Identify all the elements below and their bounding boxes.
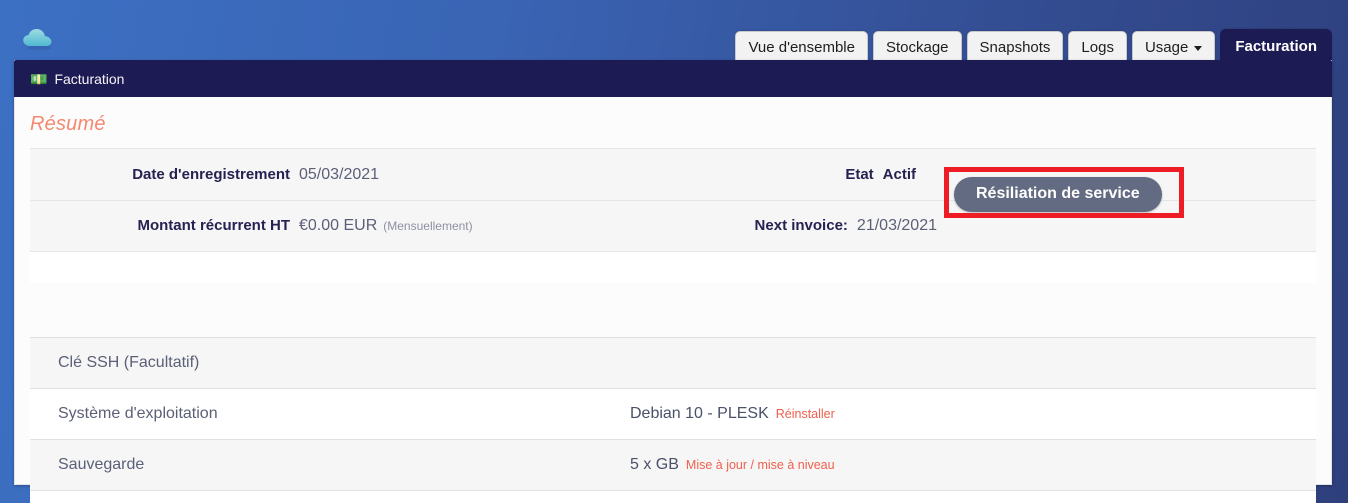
spec-row-backup: Sauvegarde 5 x GB Mise à jour / mise à n… xyxy=(30,439,1316,490)
reinstall-link[interactable]: Réinstaller xyxy=(776,407,835,421)
spec-row-operating-system: Système d'exploitation Debian 10 - PLESK… xyxy=(30,388,1316,439)
backup-value: 5 x GB xyxy=(630,456,679,473)
state-value: Actif xyxy=(882,166,916,183)
tab-label: Vue d'ensemble xyxy=(748,39,855,56)
recurring-amount-field: Montant récurrent HT €0.00 EUR (Mensuell… xyxy=(30,217,673,235)
panel-body: Résumé Date d'enregistrement 05/03/2021 … xyxy=(14,97,1332,503)
backup-upgrade-link[interactable]: Mise à jour / mise à niveau xyxy=(686,458,835,472)
tab-label: Stockage xyxy=(885,39,949,56)
operating-system-value: Debian 10 - PLESK xyxy=(630,405,769,422)
chevron-down-icon xyxy=(1194,45,1203,51)
registration-field: Date d'enregistrement 05/03/2021 xyxy=(30,166,673,184)
summary-heading: Résumé xyxy=(30,113,106,135)
panel-header: 💵 Facturation xyxy=(14,60,1332,97)
money-banknote-icon: 💵 xyxy=(30,70,48,87)
tab-label: Facturation xyxy=(1235,38,1317,55)
billing-panel: 💵 Facturation Résumé Date d'enregistreme… xyxy=(14,60,1332,503)
tab-label: Snapshots xyxy=(979,39,1051,56)
registration-date-label: Date d'enregistrement xyxy=(132,165,290,183)
next-invoice-label: Next invoice: xyxy=(754,217,848,234)
recurring-amount-period: (Mensuellement) xyxy=(383,219,473,233)
registration-date-value: 05/03/2021 xyxy=(299,165,380,183)
tab-strip[interactable]: Vue d'ensemble Stockage Snapshots Logs U… xyxy=(735,29,1332,64)
spec-row-ssh-key: Clé SSH (Facultatif) xyxy=(30,337,1316,388)
recurring-amount-value: €0.00 EUR xyxy=(299,217,378,234)
backup-label: Sauvegarde xyxy=(58,456,145,473)
recurring-amount-label: Montant récurrent HT xyxy=(137,217,290,234)
top-bar: Vue d'ensemble Stockage Snapshots Logs U… xyxy=(0,0,1348,64)
tab-label: Logs xyxy=(1081,39,1114,56)
tab-label: Usage xyxy=(1144,39,1189,56)
cloud-icon xyxy=(22,28,56,51)
next-invoice-value: 21/03/2021 xyxy=(856,217,937,234)
panel-title: Facturation xyxy=(54,70,125,87)
terminate-service-button[interactable]: Résiliation de service xyxy=(954,177,1162,212)
state-label: Etat xyxy=(845,166,874,183)
ssh-key-label: Clé SSH (Facultatif) xyxy=(58,354,200,371)
tab-facturation[interactable]: Facturation xyxy=(1220,29,1332,64)
summary-spacer-row xyxy=(30,251,1316,283)
spec-row-footer xyxy=(30,490,1316,503)
operating-system-label: Système d'exploitation xyxy=(58,405,218,422)
next-invoice-field: Next invoice: 21/03/2021 xyxy=(673,217,1316,235)
